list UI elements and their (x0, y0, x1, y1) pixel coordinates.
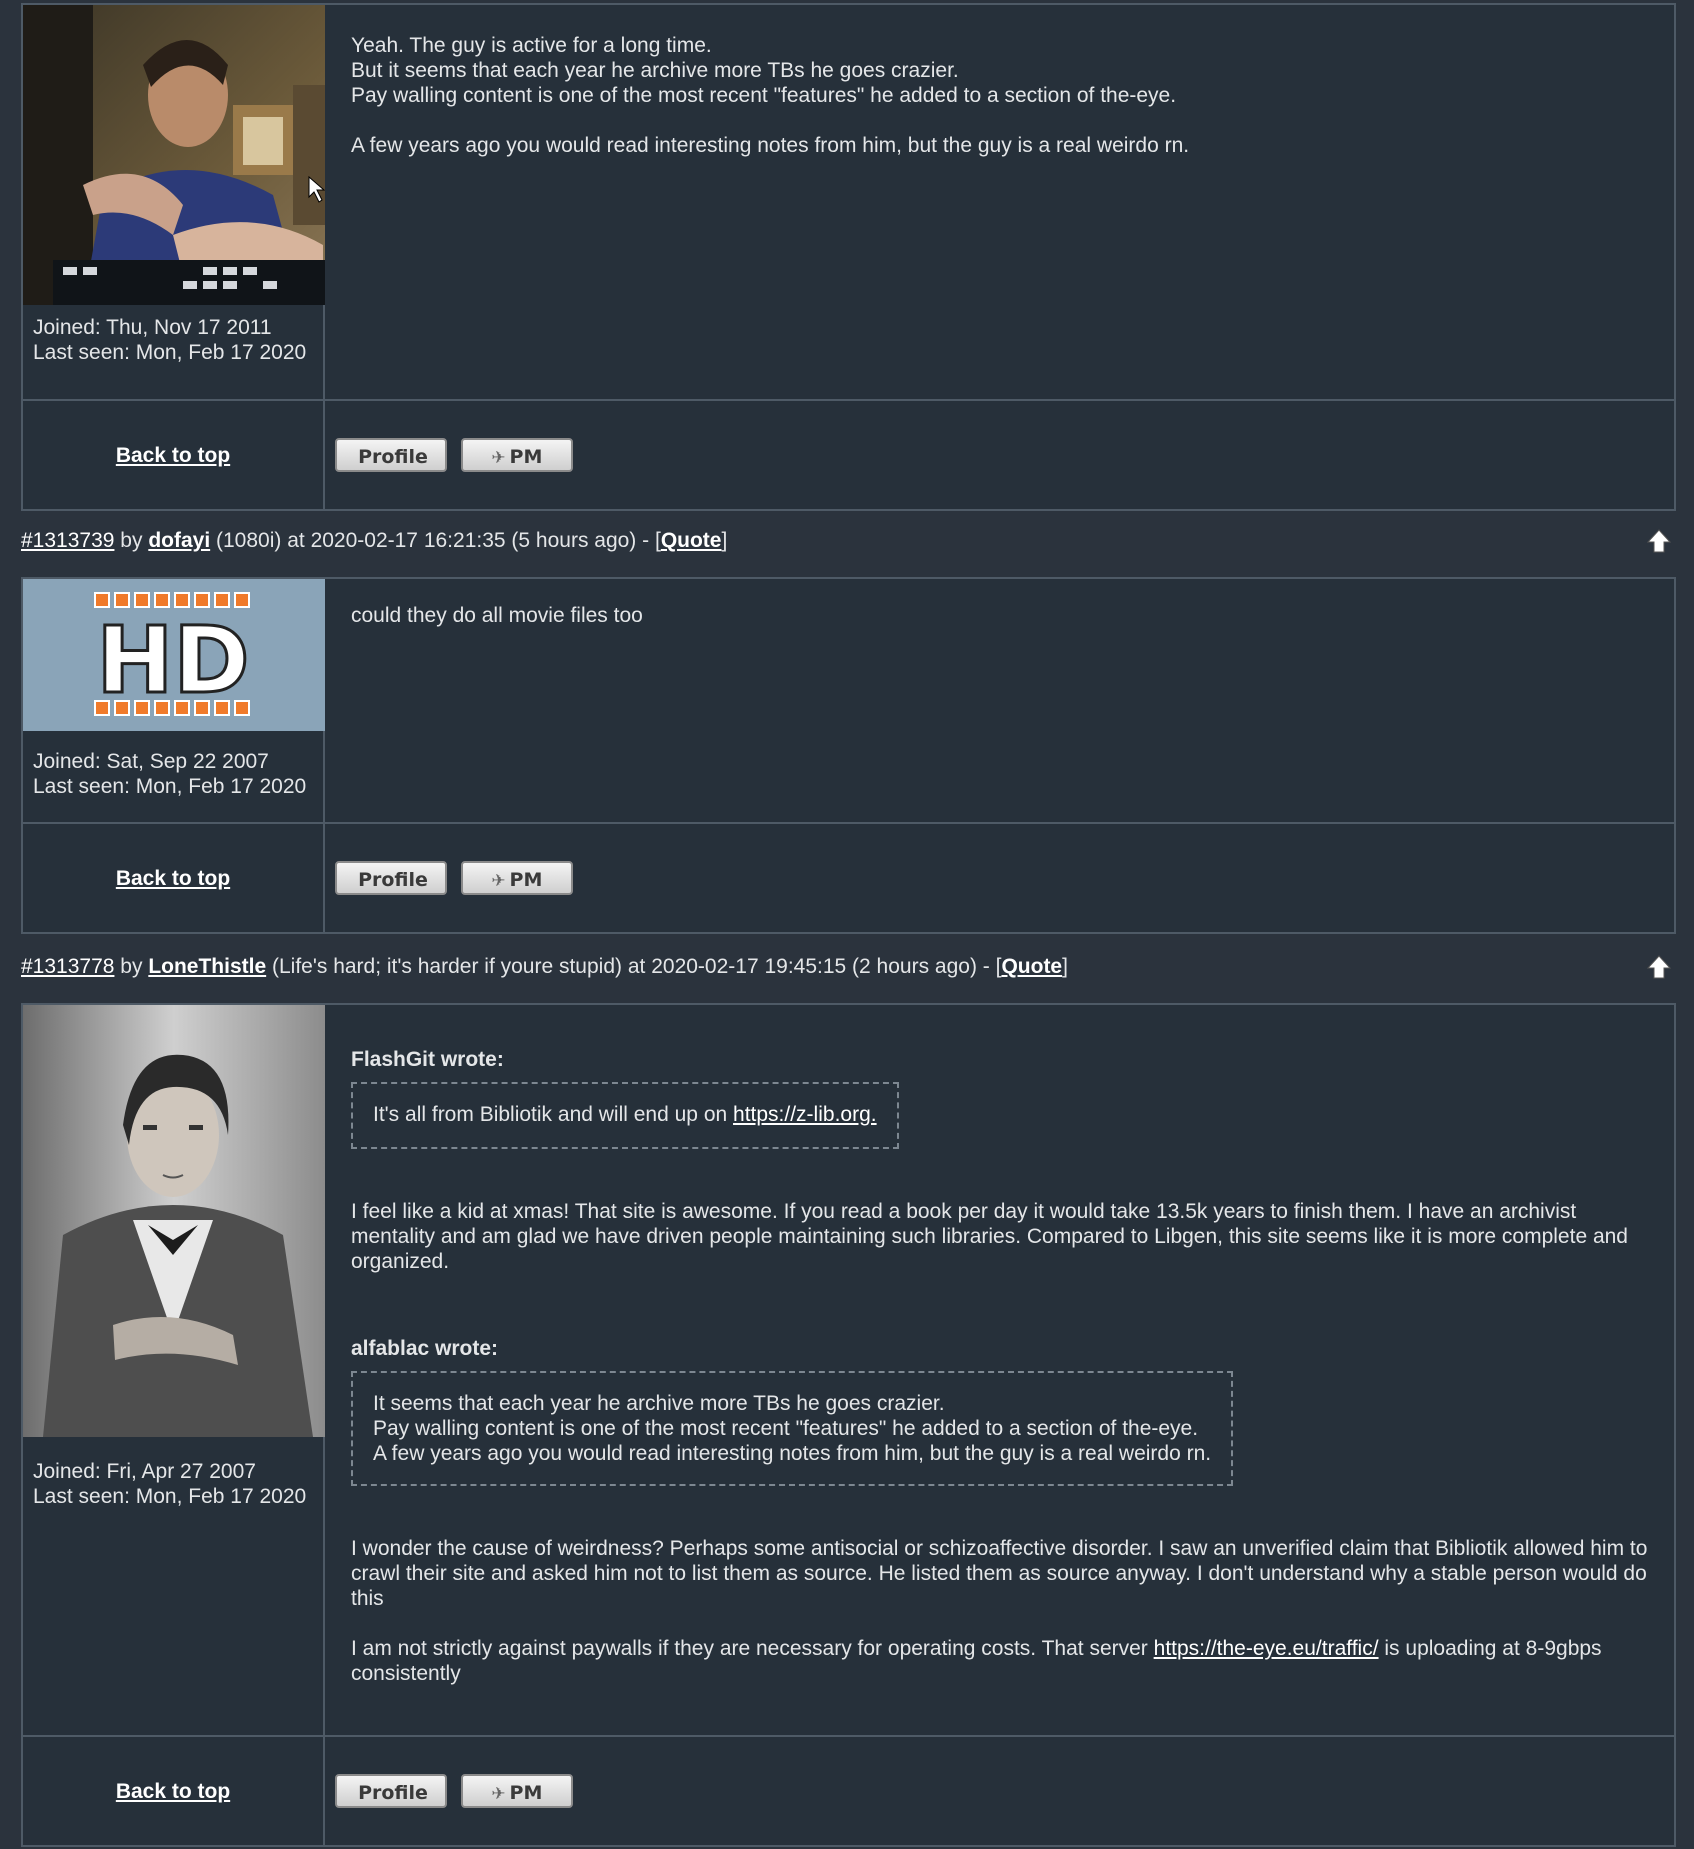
arrow-up-icon[interactable] (1646, 528, 1672, 554)
zlib-link[interactable]: https://z-lib.org. (733, 1103, 877, 1126)
quote-text: It's all from Bibliotik and will end up … (373, 1103, 728, 1126)
user-title: (1080i) (216, 529, 282, 552)
user-info: Joined: Fri, Apr 27 2007 Last seen: Mon,… (23, 1437, 323, 1523)
body-paragraph: could they do all movie files too (351, 604, 643, 627)
post-id-link[interactable]: #1313739 (21, 529, 114, 552)
post-id-link[interactable]: #1313778 (21, 955, 114, 978)
back-to-top-cell: Back to top (21, 399, 325, 511)
avatar-man-typing-image (23, 5, 325, 305)
the-eye-link[interactable]: https://the-eye.eu/traffic/ (1154, 1637, 1379, 1660)
avatar (23, 1005, 325, 1437)
body-line: Yeah. The guy is active for a long time. (351, 34, 712, 57)
body-text: I am not strictly against paywalls if th… (351, 1637, 1148, 1660)
post-timestamp: at 2020-02-17 16:21:35 (5 hours ago) - [ (287, 529, 661, 552)
avatar-portrait-image (23, 1005, 325, 1437)
body-paragraph: I feel like a kid at xmas! That site is … (351, 1200, 1628, 1273)
post-body: Yeah. The guy is active for a long time.… (325, 5, 1674, 178)
body-paragraph: I wonder the cause of weirdness? Perhaps… (351, 1537, 1648, 1610)
quote-line: It seems that each year he archive more … (373, 1392, 945, 1415)
body-line: But it seems that each year he archive m… (351, 59, 959, 82)
username-link[interactable]: dofayi (148, 529, 210, 552)
user-title: (Life's hard; it's harder if youre stupi… (272, 955, 623, 978)
profile-button[interactable]: Profile (335, 861, 447, 895)
post-actions: Profile ✈ PM (323, 822, 1676, 934)
back-to-top-cell: Back to top (21, 1735, 325, 1847)
username-link[interactable]: LoneThistle (148, 955, 266, 978)
post-header: #1313739 by dofayi (1080i) at 2020-02-17… (21, 526, 1676, 556)
pm-button-label: PM (509, 869, 543, 891)
quote-box: It seems that each year he archive more … (351, 1371, 1234, 1486)
bracket-close: ] (1062, 955, 1068, 978)
back-to-top-link[interactable]: Back to top (116, 1780, 230, 1803)
quote-box: It's all from Bibliotik and will end up … (351, 1082, 899, 1149)
post-header: #1313778 by LoneThistle (Life's hard; it… (21, 952, 1676, 982)
post-table: Joined: Fri, Apr 27 2007 Last seen: Mon,… (21, 1003, 1676, 1847)
joined-date: Joined: Fri, Apr 27 2007 (33, 1460, 256, 1483)
by-text: by (120, 955, 143, 978)
user-info: Joined: Thu, Nov 17 2011 Last seen: Mon,… (23, 305, 323, 379)
post-actions: Profile ✈ PM (323, 1735, 1676, 1847)
arrow-up-icon[interactable] (1646, 954, 1672, 980)
profile-button-label: Profile (358, 1782, 428, 1804)
avatar-hd-text: HD (96, 607, 249, 714)
avatar (23, 5, 325, 305)
post-3: Joined: Fri, Apr 27 2007 Last seen: Mon,… (21, 1003, 1676, 1847)
quote-line: Pay walling content is one of the most r… (373, 1417, 1199, 1440)
mail-plane-icon: ✈ (491, 871, 506, 891)
last-seen-date: Last seen: Mon, Feb 17 2020 (33, 775, 307, 798)
post-2: HD Joined: Sat, Sep 22 2007 Last seen: M… (21, 577, 1676, 934)
avatar: HD (23, 579, 325, 731)
back-to-top-cell: Back to top (21, 822, 325, 934)
quote-link[interactable]: Quote (661, 529, 722, 552)
pm-button-label: PM (509, 446, 543, 468)
body-paragraph: A few years ago you would read interesti… (351, 134, 1190, 157)
bracket-close: ] (721, 529, 728, 552)
joined-date: Joined: Sat, Sep 22 2007 (33, 750, 269, 773)
pm-button[interactable]: ✈ PM (460, 438, 573, 472)
post-table: HD Joined: Sat, Sep 22 2007 Last seen: M… (21, 577, 1676, 934)
post-body: could they do all movie files too (325, 579, 1674, 648)
post-timestamp: at 2020-02-17 19:45:15 (2 hours ago) - [ (627, 955, 1002, 978)
quote-line: A few years ago you would read interesti… (373, 1442, 1212, 1465)
avatar-hd-image: HD (23, 579, 325, 731)
last-seen-date: Last seen: Mon, Feb 17 2020 (33, 341, 307, 364)
profile-button-label: Profile (358, 446, 428, 468)
back-to-top-link[interactable]: Back to top (116, 867, 230, 890)
back-to-top-link[interactable]: Back to top (116, 444, 230, 467)
profile-button[interactable]: Profile (335, 1774, 447, 1808)
post-1: Joined: Thu, Nov 17 2011 Last seen: Mon,… (21, 3, 1676, 511)
post-actions: Profile ✈ PM (323, 399, 1676, 511)
profile-button-label: Profile (358, 869, 428, 891)
joined-date: Joined: Thu, Nov 17 2011 (33, 316, 272, 339)
by-text: by (120, 529, 143, 552)
mail-plane-icon: ✈ (491, 1784, 506, 1804)
user-info: Joined: Sat, Sep 22 2007 Last seen: Mon,… (23, 731, 323, 813)
pm-button-label: PM (509, 1782, 543, 1804)
quote-link[interactable]: Quote (1001, 955, 1062, 978)
body-line: Pay walling content is one of the most r… (351, 84, 1177, 107)
mail-plane-icon: ✈ (491, 448, 506, 468)
last-seen-date: Last seen: Mon, Feb 17 2020 (33, 1485, 307, 1508)
profile-button[interactable]: Profile (335, 438, 447, 472)
post-body: FlashGit wrote: It's all from Bibliotik … (325, 1005, 1674, 1706)
pm-button[interactable]: ✈ PM (460, 1774, 573, 1808)
pm-button[interactable]: ✈ PM (460, 861, 573, 895)
post-table: Joined: Thu, Nov 17 2011 Last seen: Mon,… (21, 3, 1676, 511)
quote-author: alfablac wrote: (351, 1337, 499, 1360)
quote-author: FlashGit wrote: (351, 1048, 504, 1071)
body-paragraph: I am not strictly against paywalls if th… (351, 1636, 1648, 1686)
